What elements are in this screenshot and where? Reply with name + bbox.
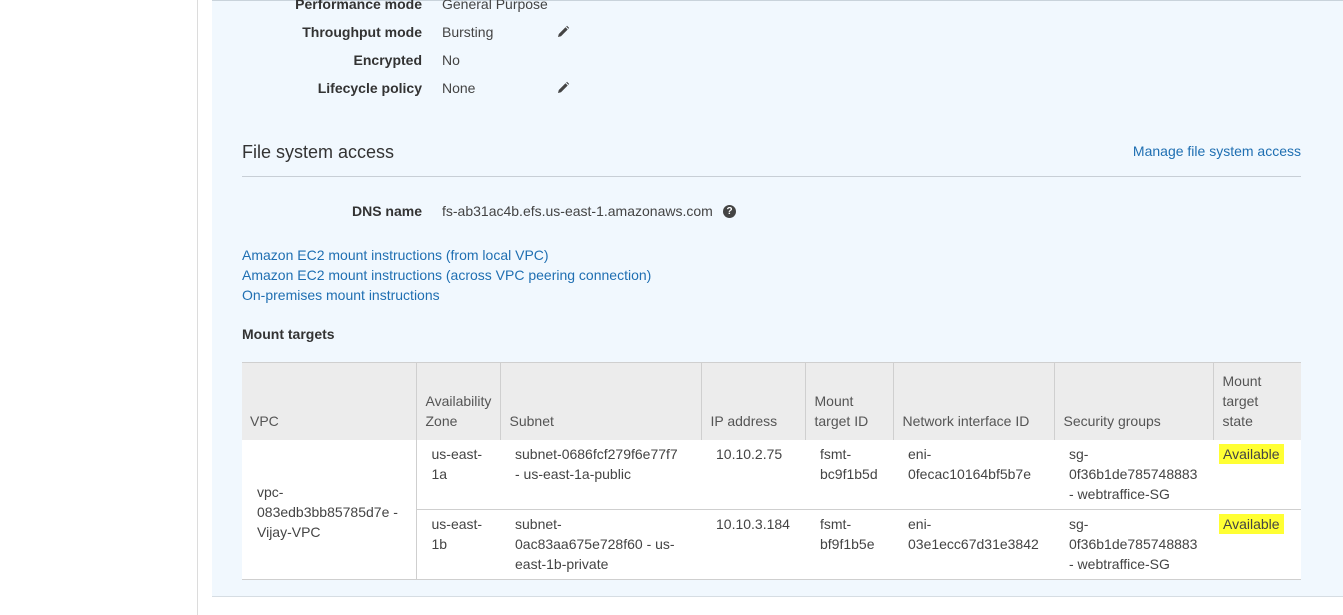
column-header-vpc[interactable]: VPC: [242, 362, 416, 440]
availability-zone-cell: us-east-1a: [416, 440, 500, 510]
lifecycle-policy-label: Lifecycle policy: [317, 80, 422, 96]
subnet-cell: subnet-0686fcf279f6e77f7 - us-east-1a-pu…: [500, 440, 701, 510]
status-badge: Available: [1219, 444, 1284, 464]
mount-target-state-cell: Available: [1213, 509, 1301, 580]
throughput-mode-label: Throughput mode: [302, 24, 422, 40]
lifecycle-policy-value: None: [442, 80, 476, 96]
edit-throughput-pencil-icon[interactable]: [556, 25, 570, 39]
section-divider: [242, 176, 1301, 177]
ec2-mount-local-vpc-link[interactable]: Amazon EC2 mount instructions (from loca…: [242, 247, 549, 263]
mount-target-state-cell: Available: [1213, 440, 1301, 510]
ip-address-cell: 10.10.3.184: [701, 509, 805, 580]
column-header-mount-target-id[interactable]: Mount target ID: [804, 362, 893, 440]
availability-zone-cell: us-east-1b: [416, 509, 500, 580]
left-sidebar: [0, 0, 198, 615]
column-header-subnet[interactable]: Subnet: [499, 362, 701, 440]
column-header-mount-target-state[interactable]: Mount target state: [1212, 362, 1301, 440]
dns-name-value: fs-ab31ac4b.efs.us-east-1.amazonaws.com: [442, 203, 713, 219]
column-header-ip-address[interactable]: IP address: [700, 362, 805, 440]
column-header-security-groups[interactable]: Security groups: [1053, 362, 1213, 440]
network-interface-id-cell: eni-03e1ecc67d31e3842: [893, 509, 1054, 580]
table-row: vpc-083edb3bb85785d7e - Vijay-VPC us-eas…: [242, 440, 1301, 580]
vpc-cell: vpc-083edb3bb85785d7e - Vijay-VPC: [242, 440, 417, 580]
throughput-mode-value: Bursting: [442, 24, 494, 40]
status-badge: Available: [1219, 514, 1284, 534]
encrypted-label: Encrypted: [353, 52, 422, 68]
edit-lifecycle-pencil-icon[interactable]: [556, 81, 570, 95]
mount-targets-table: VPC Availability Zone Subnet IP address …: [242, 362, 1301, 580]
performance-mode-value: General Purpose: [442, 0, 548, 12]
mount-targets-title: Mount targets: [242, 326, 335, 342]
mount-target-id-cell: fsmt-bf9f1b5e: [805, 509, 893, 580]
performance-mode-label: Performance mode: [295, 0, 422, 12]
ec2-mount-vpc-peering-link[interactable]: Amazon EC2 mount instructions (across VP…: [242, 267, 651, 283]
table-header-row: VPC Availability Zone Subnet IP address …: [242, 362, 1301, 440]
column-header-network-interface-id[interactable]: Network interface ID: [892, 362, 1054, 440]
security-groups-cell: sg-0f36b1de785748883 - webtraffice-SG: [1054, 509, 1213, 580]
on-premises-mount-link[interactable]: On-premises mount instructions: [242, 287, 440, 303]
dns-name-label: DNS name: [351, 203, 422, 219]
security-groups-cell: sg-0f36b1de785748883 - webtraffice-SG: [1054, 440, 1213, 510]
help-icon[interactable]: ?: [723, 205, 736, 218]
network-interface-id-cell: eni-0fecac10164bf5b7e: [893, 440, 1054, 510]
file-system-access-title: File system access: [242, 142, 395, 162]
subnet-cell: subnet-0ac83aa675e728f60 - us-east-1b-pr…: [500, 509, 701, 580]
encrypted-value: No: [442, 52, 460, 68]
ip-address-cell: 10.10.2.75: [701, 440, 805, 510]
mount-target-id-cell: fsmt-bc9f1b5d: [805, 440, 893, 510]
column-header-availability-zone[interactable]: Availability Zone: [415, 362, 500, 440]
manage-file-system-access-link[interactable]: Manage file system access: [1133, 143, 1301, 159]
